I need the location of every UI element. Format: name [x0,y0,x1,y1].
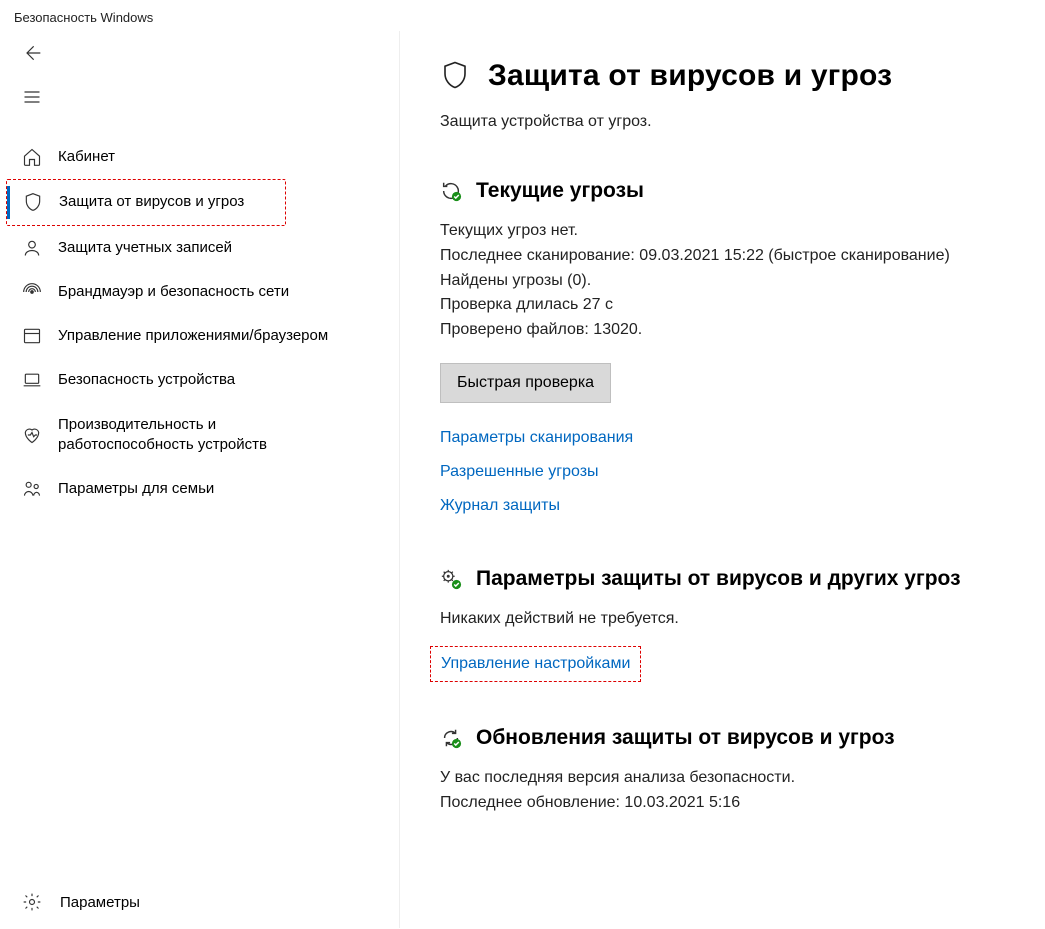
sidebar-item-label: Производительность и работоспособность у… [58,415,318,456]
sidebar-item-label: Брандмауэр и безопасность сети [58,282,289,302]
account-icon [22,238,42,258]
hamburger-button[interactable] [6,75,50,119]
settings-status: Никаких действий не требуется. [440,607,1035,632]
refresh-check-icon [440,727,462,749]
section-current-threats: Текущие угрозы Текущих угроз нет. Послед… [440,179,1035,523]
sidebar-item-label: Параметры [60,894,140,911]
sidebar-item-label: Безопасность устройства [58,370,235,390]
hamburger-icon [22,87,42,107]
laptop-icon [22,370,42,390]
section-protection-settings: Параметры защиты от вирусов и других угр… [440,567,1035,682]
back-button[interactable] [6,31,50,75]
manage-settings-link[interactable]: Управление настройками [430,646,641,682]
sidebar-item-device-performance[interactable]: Производительность и работоспособность у… [6,403,399,468]
page-title: Защита от вирусов и угроз [488,59,892,93]
sidebar-item-label: Управление приложениями/браузером [58,326,328,346]
home-icon [22,147,42,167]
main-content: Защита от вирусов и угроз Защита устройс… [400,31,1045,928]
sidebar-item-family[interactable]: Параметры для семьи [6,467,399,511]
sidebar: Кабинет Защита от вирусов и угроз Защита… [0,31,400,928]
sidebar-item-device-security[interactable]: Безопасность устройства [6,358,399,402]
gears-check-icon [440,568,462,590]
shield-icon [23,192,43,212]
sidebar-item-label: Кабинет [58,147,115,167]
updates-status-lines: У вас последняя версия анализа безопасно… [440,766,1035,816]
sidebar-item-home[interactable]: Кабинет [6,135,399,179]
allowed-threats-link[interactable]: Разрешенные угрозы [440,455,599,489]
sidebar-item-label: Защита учетных записей [58,238,232,258]
protection-history-link[interactable]: Журнал защиты [440,489,560,523]
section-title: Обновления защиты от вирусов и угроз [476,726,895,750]
section-protection-updates: Обновления защиты от вирусов и угроз У в… [440,726,1035,816]
sidebar-item-virus-protection[interactable]: Защита от вирусов и угроз [6,179,286,225]
app-window-icon [22,326,42,346]
window-title: Безопасность Windows [0,0,1045,31]
gear-icon [22,892,42,912]
sidebar-nav: Кабинет Защита от вирусов и угроз Защита… [6,135,399,511]
sidebar-item-label: Параметры для семьи [58,479,214,499]
sidebar-item-label: Защита от вирусов и угроз [59,192,244,212]
section-title: Параметры защиты от вирусов и других угр… [476,567,961,591]
sidebar-item-firewall[interactable]: Брандмауэр и безопасность сети [6,270,399,314]
network-icon [22,282,42,302]
scan-options-link[interactable]: Параметры сканирования [440,421,633,455]
page-header: Защита от вирусов и угроз [440,59,1035,93]
sidebar-item-account-protection[interactable]: Защита учетных записей [6,226,399,270]
quick-scan-button[interactable]: Быстрая проверка [440,363,611,403]
threat-status-lines: Текущих угроз нет. Последнее сканировани… [440,219,1035,343]
sidebar-item-app-browser[interactable]: Управление приложениями/браузером [6,314,399,358]
sidebar-item-settings[interactable]: Параметры [6,876,399,928]
family-icon [22,479,42,499]
history-check-icon [440,180,462,202]
shield-icon [440,60,470,93]
section-title: Текущие угрозы [476,179,644,203]
back-arrow-icon [22,43,42,63]
page-subtitle: Защита устройства от угроз. [440,113,1035,131]
heart-icon [22,425,42,445]
